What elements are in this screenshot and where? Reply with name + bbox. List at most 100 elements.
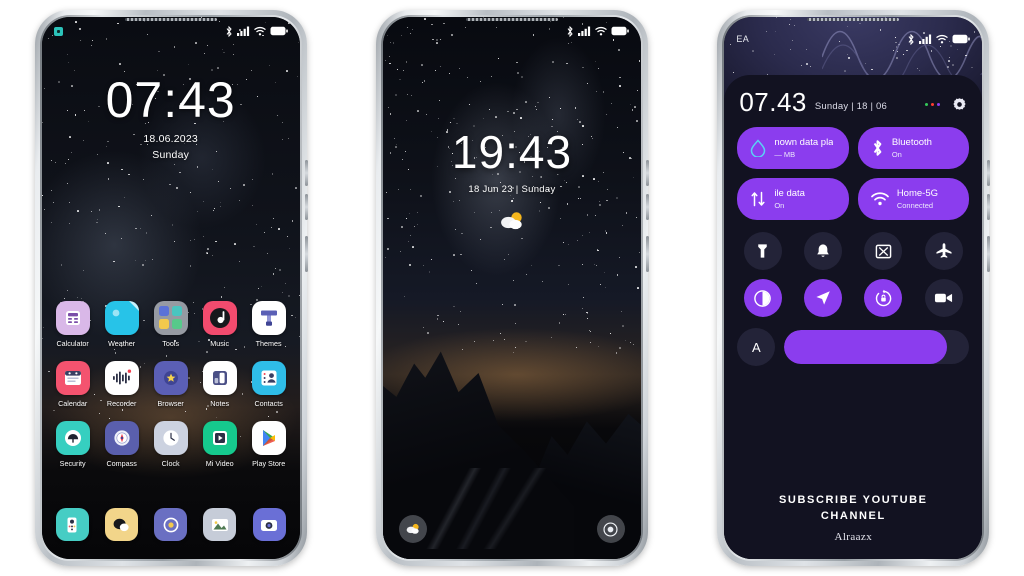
camera-icon[interactable] [252, 508, 286, 541]
volume-down-button[interactable] [304, 194, 308, 220]
dark-mode-toggle[interactable] [743, 279, 782, 317]
app-themes[interactable]: Themes [247, 301, 291, 348]
app-calendar[interactable]: Calendar [51, 361, 95, 408]
auto-rotate-toggle[interactable] [864, 279, 903, 317]
volume-down-button[interactable] [987, 194, 991, 220]
calendar-icon [55, 361, 90, 395]
gallery-icon[interactable] [203, 508, 237, 541]
cellular-signal-icon [577, 26, 591, 36]
app-label: Tools [162, 339, 180, 348]
volume-down-button[interactable] [645, 194, 649, 220]
lock-clock-date: 18 Jun 23 | Sunday [468, 184, 556, 195]
wifi-icon [936, 34, 948, 44]
screen-record-toggle[interactable] [924, 279, 963, 317]
app-label: Recorder [106, 399, 137, 408]
flashlight-toggle[interactable] [743, 232, 782, 270]
browser-icon [153, 361, 188, 395]
cc-tile-sub: On [774, 200, 785, 210]
app-row: Calendar Recorder Browser Notes Contacts [51, 361, 291, 408]
cc-tile-mobile-data[interactable]: ile data On [737, 178, 849, 220]
app-label: Play Store [252, 459, 286, 468]
power-button[interactable] [645, 236, 649, 272]
battery-full-icon [270, 26, 288, 36]
weather-icon [104, 301, 139, 335]
phone3-screen: EA 07.43 Sunday | 18 | 06 nown data pla … [724, 17, 983, 559]
mi-video-icon [202, 421, 237, 455]
app-contacts[interactable]: Contacts [247, 361, 291, 408]
power-button[interactable] [987, 236, 991, 272]
cc-tile-title: Bluetooth [891, 137, 932, 149]
cc-tile-title: nown data pla [774, 137, 834, 149]
app-row: Calculator Weather Tools Music Themes [51, 301, 291, 348]
play-store-icon [251, 421, 286, 455]
video-camera-icon [935, 293, 953, 303]
camera-shortcut[interactable] [596, 515, 625, 543]
home-clock-widget[interactable]: 07:43 18.06.2023 Sunday [42, 75, 300, 161]
cellular-signal-icon [919, 34, 932, 44]
app-recorder[interactable]: Recorder [100, 361, 144, 408]
cc-tile-bluetooth[interactable]: Bluetooth On [857, 127, 970, 169]
tools-folder-icon [153, 301, 188, 335]
app-notification-badge-icon [53, 26, 63, 36]
cc-tile-data-plan[interactable]: nown data pla — MB [737, 127, 849, 169]
app-browser[interactable]: Browser [149, 361, 193, 408]
security-icon [55, 421, 90, 455]
lock-clock-time: 19:43 [451, 126, 573, 178]
screenshot-toggle[interactable] [864, 232, 903, 270]
app-mi-video[interactable]: Mi Video [198, 421, 242, 468]
control-center-header: 07.43 Sunday | 18 | 06 [737, 85, 969, 115]
location-toggle[interactable] [804, 279, 843, 317]
phone-dialer-icon[interactable] [55, 508, 89, 541]
clock-icon [153, 421, 188, 455]
gear-icon[interactable] [952, 97, 967, 112]
compass-icon [104, 421, 139, 455]
app-label: Contacts [254, 399, 283, 408]
cc-tile-wifi[interactable]: Home-5G Connected [857, 178, 970, 220]
more-dots-icon[interactable] [924, 102, 941, 107]
earpiece-speaker [465, 18, 558, 21]
cc-tile-grid: nown data pla — MB Bluetooth On ile data… [737, 127, 970, 220]
app-label: Music [210, 339, 230, 348]
airplane-icon [936, 243, 952, 258]
location-arrow-icon [816, 291, 830, 305]
mobile-data-icon [751, 191, 765, 207]
dock [42, 508, 300, 541]
volume-up-button[interactable] [304, 160, 308, 186]
lock-clock-widget[interactable]: 19:43 18 Jun 23 | Sunday [383, 129, 641, 233]
brightness-slider[interactable] [784, 330, 970, 364]
app-play-store[interactable]: Play Store [247, 421, 291, 468]
app-notes[interactable]: Notes [198, 361, 242, 408]
lock-weather-widget[interactable] [383, 209, 641, 233]
app-label: Security [59, 459, 86, 468]
subscribe-line-1: SUBSCRIBE YOUTUBE [779, 494, 928, 507]
battery-full-icon [611, 26, 629, 36]
phone1-screen: 07:43 18.06.2023 Sunday Calculator Weath… [41, 17, 300, 559]
app-label: Browser [157, 399, 184, 408]
app-compass[interactable]: Compass [100, 421, 144, 468]
flashlight-icon [758, 243, 768, 258]
volume-up-button[interactable] [987, 160, 991, 186]
phone2-status-bar [383, 17, 641, 45]
weather-shortcut[interactable] [398, 515, 427, 543]
app-music[interactable]: Music [198, 301, 242, 348]
brand-name: Alraazx [834, 531, 873, 543]
brightness-control: A [737, 328, 970, 366]
app-security[interactable]: Security [51, 421, 95, 468]
app-calculator[interactable]: Calculator [51, 301, 95, 348]
app-weather[interactable]: Weather [100, 301, 144, 348]
sound-toggle[interactable] [804, 232, 843, 270]
bluetooth-icon [908, 33, 914, 45]
lock-shortcuts [383, 515, 641, 543]
volume-up-button[interactable] [645, 160, 649, 186]
airplane-mode-toggle[interactable] [924, 232, 963, 270]
bell-icon [817, 243, 829, 257]
settings-icon[interactable] [154, 508, 188, 541]
app-tools-folder[interactable]: Tools [149, 301, 193, 348]
messages-icon[interactable] [104, 508, 138, 541]
power-button[interactable] [304, 236, 308, 272]
auto-brightness-icon[interactable]: A [737, 328, 776, 366]
app-label: Clock [161, 459, 180, 468]
app-clock[interactable]: Clock [149, 421, 193, 468]
rotate-lock-icon [875, 289, 892, 306]
screenshot-stage: 07:43 18.06.2023 Sunday Calculator Weath… [0, 0, 1024, 576]
